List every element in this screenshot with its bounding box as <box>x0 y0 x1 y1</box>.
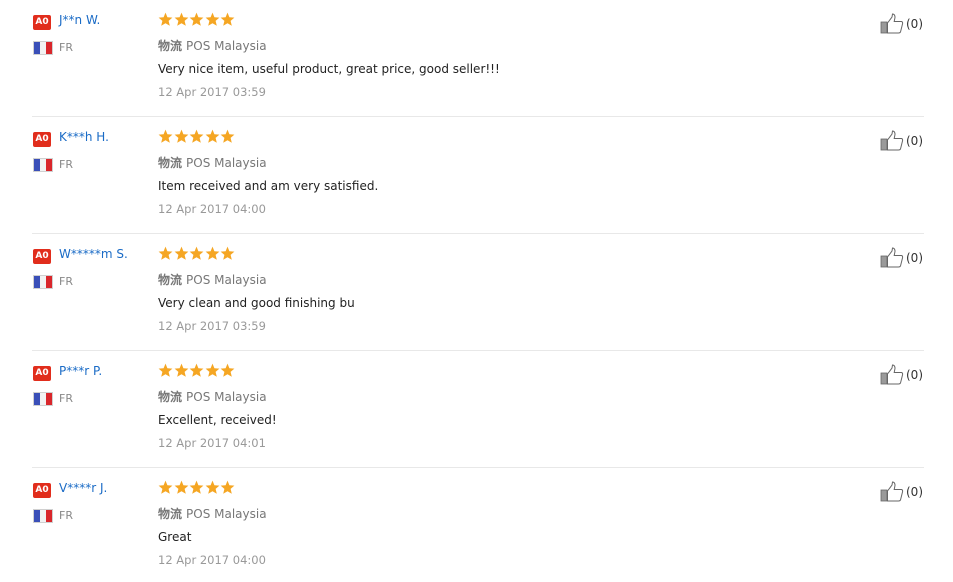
review-text: Item received and am very satisfied. <box>158 179 379 193</box>
star-icon <box>220 129 235 144</box>
logistics-carrier: POS Malaysia <box>186 273 267 287</box>
thumbs-up-icon <box>880 247 904 268</box>
france-flag-icon <box>33 41 53 55</box>
reviewer-name[interactable]: W*****m S. <box>59 247 128 261</box>
star-icon <box>189 12 204 27</box>
review-item: A0 W*****m S. FR 物流 POS Malaysia Very cle… <box>32 234 924 351</box>
buyer-level-badge: A0 <box>33 249 51 264</box>
reviewer-name[interactable]: K***h H. <box>59 130 109 144</box>
logistics-info: 物流 POS Malaysia <box>158 505 267 522</box>
helpful-button[interactable]: (0) <box>880 481 923 502</box>
thumbs-up-icon <box>880 364 904 385</box>
logistics-info: 物流 POS Malaysia <box>158 37 267 54</box>
star-icon <box>174 246 189 261</box>
logistics-carrier: POS Malaysia <box>186 156 267 170</box>
logistics-info: 物流 POS Malaysia <box>158 388 267 405</box>
star-icon <box>205 129 220 144</box>
star-icon <box>158 480 173 495</box>
helpful-button[interactable]: (0) <box>880 247 923 268</box>
star-icon <box>174 12 189 27</box>
helpful-count: (0) <box>906 133 923 148</box>
star-rating <box>158 363 236 379</box>
review-date: 12 Apr 2017 04:00 <box>158 202 266 216</box>
star-rating <box>158 480 236 496</box>
logistics-label: 物流 <box>158 507 183 521</box>
helpful-count: (0) <box>906 367 923 382</box>
buyer-level-badge: A0 <box>33 366 51 381</box>
review-item: A0 J**n W. FR 物流 POS Malaysia Very nice i… <box>32 0 924 117</box>
helpful-count: (0) <box>906 16 923 31</box>
review-text: Excellent, received! <box>158 413 277 427</box>
reviewer-country: FR <box>59 158 73 171</box>
thumbs-up-icon <box>880 130 904 151</box>
review-item: A0 P***r P. FR 物流 POS Malaysia Excellent,… <box>32 351 924 468</box>
star-icon <box>205 480 220 495</box>
star-icon <box>189 246 204 261</box>
france-flag-icon <box>33 509 53 523</box>
feedback-list: A0 J**n W. FR 物流 POS Malaysia Very nice i… <box>0 0 953 582</box>
star-icon <box>220 246 235 261</box>
star-icon <box>158 129 173 144</box>
thumbs-up-icon <box>880 481 904 502</box>
star-rating <box>158 12 236 28</box>
star-icon <box>174 480 189 495</box>
reviewer-country: FR <box>59 41 73 54</box>
review-text: Very clean and good finishing bu <box>158 296 355 310</box>
helpful-button[interactable]: (0) <box>880 13 923 34</box>
star-icon <box>205 12 220 27</box>
logistics-label: 物流 <box>158 39 183 53</box>
logistics-carrier: POS Malaysia <box>186 390 267 404</box>
buyer-level-badge: A0 <box>33 15 51 30</box>
reviewer-name[interactable]: V****r J. <box>59 481 107 495</box>
logistics-info: 物流 POS Malaysia <box>158 271 267 288</box>
star-icon <box>205 246 220 261</box>
helpful-count: (0) <box>906 250 923 265</box>
star-rating <box>158 246 236 262</box>
helpful-button[interactable]: (0) <box>880 364 923 385</box>
reviewer-country: FR <box>59 392 73 405</box>
france-flag-icon <box>33 392 53 406</box>
buyer-level-badge: A0 <box>33 132 51 147</box>
france-flag-icon <box>33 275 53 289</box>
reviewer-name[interactable]: J**n W. <box>59 13 100 27</box>
star-icon <box>220 363 235 378</box>
review-item: A0 V****r J. FR 物流 POS Malaysia Great 12 … <box>32 468 924 582</box>
logistics-label: 物流 <box>158 273 183 287</box>
star-icon <box>189 363 204 378</box>
logistics-info: 物流 POS Malaysia <box>158 154 267 171</box>
star-icon <box>189 129 204 144</box>
logistics-label: 物流 <box>158 390 183 404</box>
review-item: A0 K***h H. FR 物流 POS Malaysia Item recei… <box>32 117 924 234</box>
star-rating <box>158 129 236 145</box>
reviewer-country: FR <box>59 509 73 522</box>
star-icon <box>158 363 173 378</box>
review-text: Very nice item, useful product, great pr… <box>158 62 500 76</box>
star-icon <box>205 363 220 378</box>
buyer-level-badge: A0 <box>33 483 51 498</box>
star-icon <box>174 129 189 144</box>
helpful-count: (0) <box>906 484 923 499</box>
logistics-carrier: POS Malaysia <box>186 507 267 521</box>
review-text: Great <box>158 530 192 544</box>
star-icon <box>220 12 235 27</box>
star-icon <box>220 480 235 495</box>
reviewer-name[interactable]: P***r P. <box>59 364 102 378</box>
review-date: 12 Apr 2017 04:00 <box>158 553 266 567</box>
star-icon <box>158 246 173 261</box>
star-icon <box>174 363 189 378</box>
star-icon <box>158 12 173 27</box>
helpful-button[interactable]: (0) <box>880 130 923 151</box>
review-date: 12 Apr 2017 03:59 <box>158 319 266 333</box>
review-date: 12 Apr 2017 04:01 <box>158 436 266 450</box>
france-flag-icon <box>33 158 53 172</box>
logistics-carrier: POS Malaysia <box>186 39 267 53</box>
star-icon <box>189 480 204 495</box>
reviewer-country: FR <box>59 275 73 288</box>
review-date: 12 Apr 2017 03:59 <box>158 85 266 99</box>
logistics-label: 物流 <box>158 156 183 170</box>
thumbs-up-icon <box>880 13 904 34</box>
